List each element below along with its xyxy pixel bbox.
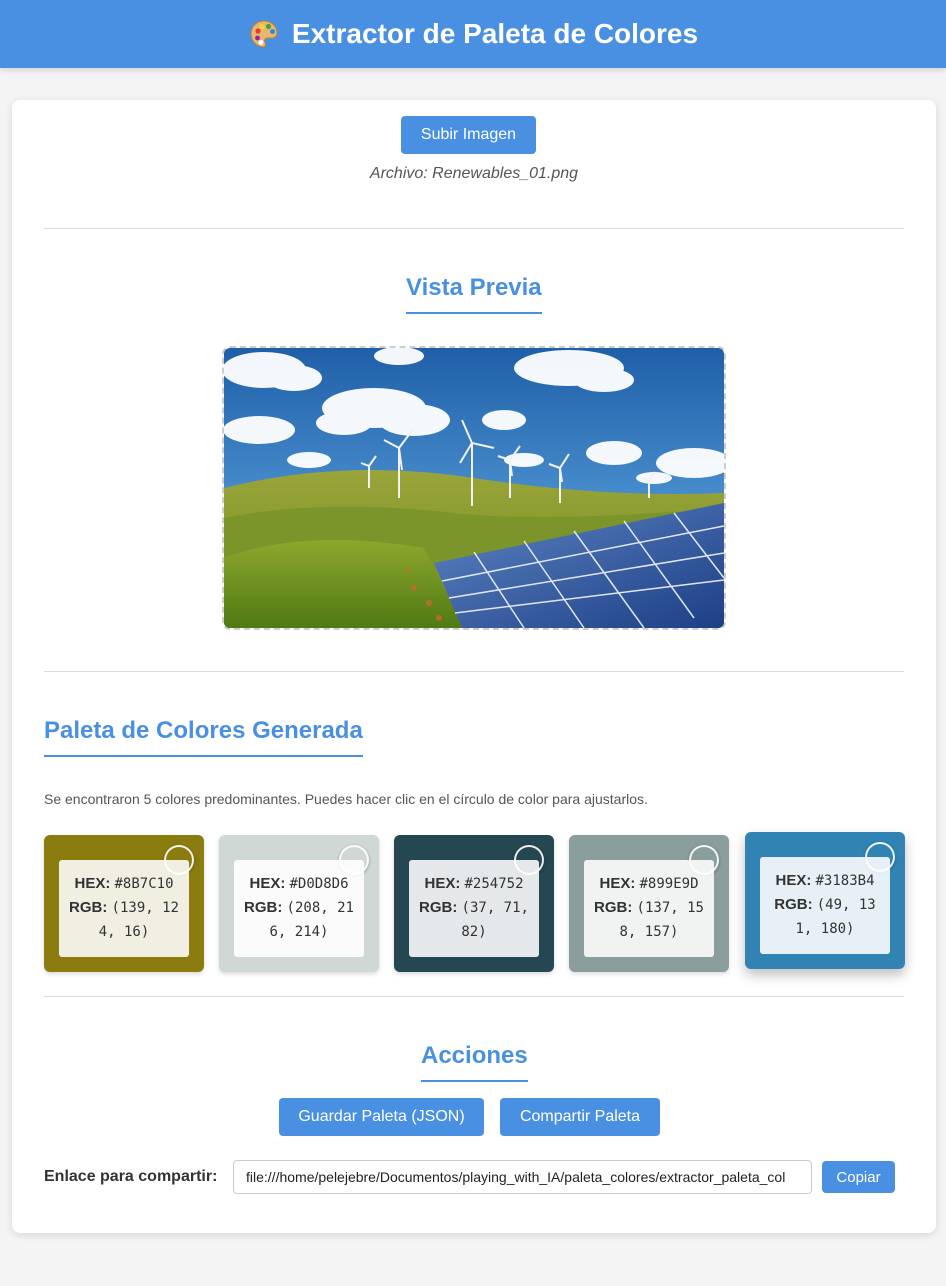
color-swatch: HEX: #8B7C10 RGB: (139, 124, 16) — [44, 835, 204, 972]
actions-title: Acciones — [421, 1042, 528, 1082]
copy-button[interactable]: Copiar — [822, 1161, 895, 1193]
share-link-label: Enlace para compartir: — [44, 1168, 218, 1185]
hex-label: HEX: — [249, 875, 286, 892]
rgb-label: RGB: — [419, 899, 458, 916]
hex-value: #8B7C10 — [114, 876, 174, 892]
hex-label: HEX: — [74, 875, 111, 892]
color-swatch: HEX: #3183B4 RGB: (49, 131, 180) — [745, 832, 905, 969]
swatch-info: HEX: #254752 RGB: (37, 71, 82) — [409, 860, 539, 957]
divider — [44, 228, 904, 229]
color-swatch: HEX: #899E9D RGB: (137, 158, 157) — [569, 835, 729, 972]
renewables-image — [224, 348, 724, 628]
rgb-value: (137, 158, 157) — [619, 900, 704, 940]
hex-value: #254752 — [464, 876, 524, 892]
hex-value: #899E9D — [639, 876, 699, 892]
palette-title: Paleta de Colores Generada — [44, 717, 363, 757]
preview-title: Vista Previa — [406, 274, 542, 314]
rgb-value: (139, 124, 16) — [98, 900, 179, 940]
rgb-label: RGB: — [774, 896, 813, 913]
image-preview — [222, 346, 726, 630]
rgb-value: (37, 71, 82) — [461, 900, 529, 940]
hex-value: #D0D8D6 — [289, 876, 349, 892]
hex-value: #3183B4 — [815, 873, 875, 889]
rgb-label: RGB: — [244, 899, 283, 916]
app-header: Extractor de Paleta de Colores — [0, 0, 946, 68]
share-palette-button[interactable]: Compartir Paleta — [500, 1098, 660, 1136]
upload-image-button[interactable]: Subir Imagen — [401, 116, 536, 154]
hex-label: HEX: — [599, 875, 636, 892]
palette-icon — [250, 20, 278, 48]
main-card: Subir Imagen Archivo: Renewables_01.png … — [12, 100, 936, 1233]
save-palette-button[interactable]: Guardar Paleta (JSON) — [279, 1098, 484, 1136]
divider — [44, 671, 904, 672]
rgb-label: RGB: — [594, 899, 633, 916]
app-title: Extractor de Paleta de Colores — [291, 18, 699, 49]
swatch-info: HEX: #8B7C10 RGB: (139, 124, 16) — [59, 860, 189, 957]
swatch-info: HEX: #3183B4 RGB: (49, 131, 180) — [760, 857, 890, 954]
hex-label: HEX: — [775, 872, 812, 889]
color-swatch: HEX: #254752 RGB: (37, 71, 82) — [394, 835, 554, 972]
rgb-value: (208, 216, 214) — [269, 900, 354, 940]
divider — [44, 996, 904, 997]
swatch-info: HEX: #D0D8D6 RGB: (208, 216, 214) — [234, 860, 364, 957]
share-link-input[interactable] — [233, 1160, 812, 1194]
palette-info: Se encontraron 5 colores predominantes. … — [44, 791, 648, 807]
color-swatch: HEX: #D0D8D6 RGB: (208, 216, 214) — [219, 835, 379, 972]
swatch-info: HEX: #899E9D RGB: (137, 158, 157) — [584, 860, 714, 957]
file-name-label: Archivo: Renewables_01.png — [369, 165, 579, 182]
rgb-label: RGB: — [69, 899, 108, 916]
hex-label: HEX: — [424, 875, 461, 892]
